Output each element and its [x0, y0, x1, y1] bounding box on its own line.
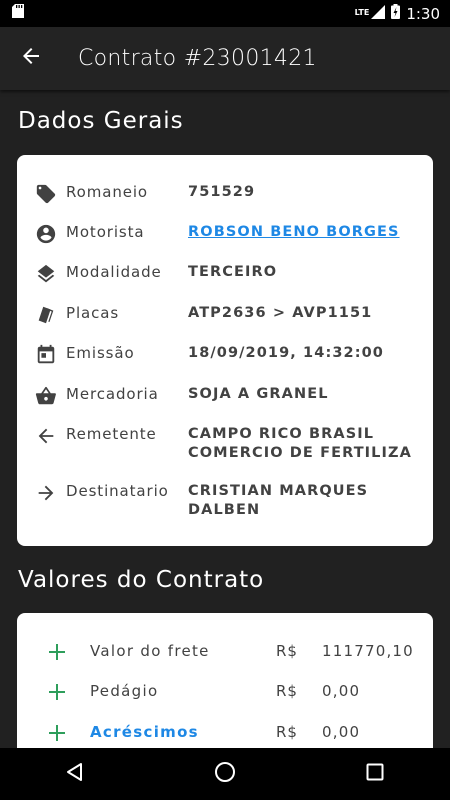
plus-icon[interactable]	[47, 642, 67, 662]
amount-value: 0,00	[322, 723, 361, 741]
info-value: SOJA A GRANEL	[188, 386, 329, 402]
info-value: 18/09/2019, 14:32:00	[188, 345, 384, 361]
currency-label: R$	[276, 642, 298, 660]
arrow-right-icon	[35, 482, 57, 504]
valor-row-frete[interactable]: Valor do frete R$ 111770,10	[17, 640, 433, 670]
signal-icon	[371, 4, 386, 23]
info-value: TERCEIRO	[188, 264, 278, 280]
sd-card-icon	[12, 4, 24, 23]
dados-gerais-card: Romaneio 751529 Motorista ROBSON BENO BO…	[17, 155, 433, 546]
arrow-back-icon	[22, 47, 40, 70]
amount-value: 0,00	[322, 682, 361, 700]
battery-icon	[391, 4, 401, 23]
valores-heading: Valores do Contrato	[18, 567, 265, 593]
acrescimos-link[interactable]: Acréscimos	[90, 723, 199, 741]
layers-icon	[35, 263, 57, 285]
valor-row-pedagio[interactable]: Pedágio R$ 0,00	[17, 680, 433, 710]
content-scroll[interactable]: Dados Gerais Romaneio 751529 Motorista R…	[0, 90, 450, 748]
info-label: Romaneio	[66, 183, 149, 201]
network-type-label: LTE	[354, 8, 370, 17]
triangle-back-icon	[65, 762, 85, 787]
info-value: CAMPO RICO BRASIL COMERCIO DE FERTILIZA	[188, 425, 418, 463]
status-bar: LTE 1:30	[0, 0, 450, 27]
clock-text: 1:30	[406, 4, 440, 23]
value-line: COMERCIO DE FERTILIZA	[188, 445, 412, 461]
valor-label: Valor do frete	[90, 642, 210, 660]
circle-home-icon	[214, 761, 236, 788]
basket-icon	[35, 385, 57, 407]
nav-recents-button[interactable]	[345, 748, 405, 800]
motorista-link[interactable]: ROBSON BENO BORGES	[188, 223, 418, 242]
info-label: Mercadoria	[66, 385, 159, 403]
plus-icon[interactable]	[47, 723, 67, 743]
info-label: Motorista	[66, 223, 145, 241]
calendar-icon	[35, 344, 57, 366]
valores-card: Valor do frete R$ 111770,10 Pedágio R$ 0…	[17, 613, 433, 748]
dados-gerais-heading: Dados Gerais	[18, 108, 184, 134]
account-circle-icon	[35, 223, 57, 245]
back-button[interactable]	[0, 27, 62, 90]
info-label: Placas	[66, 304, 120, 322]
info-value: 751529	[188, 184, 256, 200]
cards-icon	[35, 304, 57, 326]
info-label: Modalidade	[66, 263, 162, 281]
info-value: ATP2636 > AVP1151	[188, 305, 373, 321]
nav-back-button[interactable]	[45, 748, 105, 800]
tag-icon	[35, 183, 57, 205]
currency-label: R$	[276, 723, 298, 741]
value-line: CRISTIAN MARQUES	[188, 483, 369, 499]
info-label: Remetente	[66, 425, 157, 443]
page-title: Contrato #23001421	[78, 46, 317, 71]
info-label: Destinatario	[66, 482, 169, 500]
arrow-left-icon	[35, 425, 57, 447]
valor-label: Pedágio	[90, 682, 159, 700]
valor-row-acrescimos[interactable]: Acréscimos R$ 0,00	[17, 721, 433, 748]
value-line: DALBEN	[188, 502, 261, 518]
nav-home-button[interactable]	[195, 748, 255, 800]
value-line: CAMPO RICO BRASIL	[188, 426, 375, 442]
square-recents-icon	[366, 763, 384, 786]
plus-icon[interactable]	[47, 682, 67, 702]
info-value: CRISTIAN MARQUES DALBEN	[188, 482, 418, 520]
app-bar: Contrato #23001421	[0, 27, 450, 90]
info-label: Emissão	[66, 344, 135, 362]
system-nav-bar	[0, 748, 450, 800]
amount-value: 111770,10	[322, 642, 414, 660]
currency-label: R$	[276, 682, 298, 700]
